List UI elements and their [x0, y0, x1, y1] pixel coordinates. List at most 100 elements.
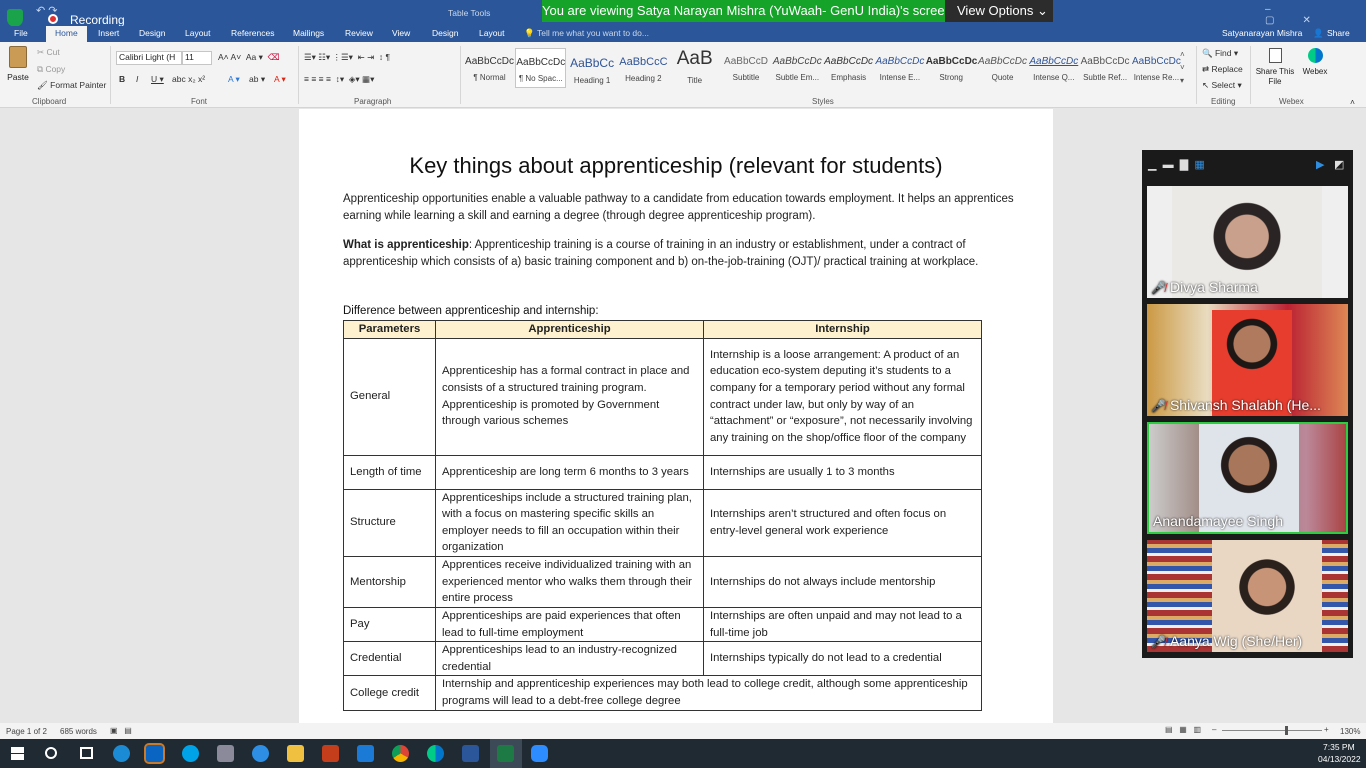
align-buttons[interactable]: ≡ ≡ ≡ ≡ ↕▾ ◈▾ ▦▾ [304, 74, 374, 85]
style-item[interactable]: AaBbCcDc Intense Re... [1131, 48, 1182, 88]
replace-button[interactable]: ⇄ Replace [1202, 64, 1243, 75]
style-item[interactable]: AaBbCcDc Intense E... [874, 48, 925, 88]
paste-button[interactable]: Paste [6, 46, 30, 92]
bold-button[interactable]: B [119, 74, 125, 84]
zoom-slider[interactable] [1222, 730, 1322, 731]
strikethrough-button[interactable]: abc x₂ x² [172, 74, 205, 84]
style-item[interactable]: AaBbCcDc Quote [977, 48, 1028, 88]
style-item[interactable]: AaBbCcDc Subtle Em... [772, 48, 823, 88]
skype-icon[interactable] [182, 745, 199, 762]
participant-tile-active[interactable]: Anandamayee Singh [1147, 422, 1348, 534]
style-name: Intense E... [879, 73, 921, 82]
styles-scroll-icon[interactable]: ˄ ˅ ▾ [1180, 48, 1185, 87]
table-row: Pay Apprenticeships are paid experiences… [343, 606, 982, 643]
table-cell: Internships are usually 1 to 3 months [703, 454, 982, 490]
zoom-slider-thumb[interactable] [1285, 726, 1288, 735]
cut-button[interactable]: ✂ Cut [37, 47, 60, 58]
clock-date[interactable]: 04/13/2022 [1318, 754, 1361, 764]
participant-tile[interactable]: 🎤̸ Divya Sharma [1147, 186, 1348, 298]
proofing-icon[interactable]: ▣ ▤ [110, 726, 132, 735]
file-explorer-icon[interactable] [287, 745, 304, 762]
chrome-icon[interactable] [392, 745, 409, 762]
highlight-button[interactable]: ab ▾ [249, 74, 265, 85]
tab-design[interactable]: Design [139, 28, 165, 38]
style-item[interactable]: AaBbCcDc Intense Q... [1028, 48, 1079, 88]
webex-taskbar-icon[interactable] [427, 745, 444, 762]
style-item[interactable]: AaBbCcDc Subtle Ref... [1080, 48, 1131, 88]
clock-time[interactable]: 7:35 PM [1323, 742, 1355, 752]
style-item[interactable]: AaBbCcD Subtitle [721, 48, 772, 88]
style-item[interactable]: AaBbCcDc Emphasis [823, 48, 874, 88]
font-size-select[interactable]: 11 [182, 51, 212, 65]
style-item[interactable]: AaBbCcDc ¶ Normal [464, 48, 515, 88]
grid-view-icon[interactable]: ▦ [1194, 159, 1204, 171]
document-page[interactable]: Key things about apprenticeship (relevan… [299, 109, 1053, 723]
copy-button[interactable]: ⧉ Copy [37, 64, 65, 75]
internet-explorer-icon[interactable] [252, 745, 269, 762]
search-icon[interactable] [45, 747, 57, 759]
tab-table-layout[interactable]: Layout [479, 28, 505, 38]
tab-layout[interactable]: Layout [185, 28, 211, 38]
select-button[interactable]: ↖ Select ▾ [1202, 80, 1242, 91]
style-item[interactable]: AaBbCcC Heading 2 [618, 48, 669, 88]
italic-button[interactable]: I [136, 74, 138, 84]
window-controls[interactable]: –▢✕ [1265, 4, 1366, 26]
excel-icon[interactable] [497, 745, 514, 762]
webex-button[interactable]: Webex [1298, 48, 1332, 76]
zoom-icon[interactable] [531, 745, 548, 762]
outlook-icon[interactable] [144, 743, 165, 764]
tab-view[interactable]: View [392, 28, 410, 38]
tell-me-input[interactable]: Tell me what you want to do... [537, 28, 649, 38]
tab-file[interactable]: File [14, 28, 28, 38]
share-file-button[interactable]: Share This File [1255, 48, 1295, 87]
participant-name: Anandamayee Singh [1153, 513, 1283, 529]
style-item[interactable]: AaBbCc Heading 1 [567, 48, 618, 88]
task-view-icon[interactable] [80, 747, 93, 759]
style-item[interactable]: AaBbCcDc ¶ No Spac... [515, 48, 567, 88]
select-label: Select [1211, 80, 1236, 90]
text-effects-button[interactable]: A ▾ [228, 74, 240, 85]
view-mode-buttons[interactable]: ▤ ▦ ▥ [1165, 725, 1201, 734]
word-count[interactable]: 685 words [60, 727, 97, 736]
tab-home[interactable]: Home [46, 26, 87, 42]
style-item[interactable]: AaB Title [669, 48, 720, 88]
table-cell: Internship and apprenticeship experience… [435, 675, 982, 711]
font-size-controls[interactable]: A˄ A˅ Aa ▾ ⌫ [218, 52, 280, 63]
list-buttons[interactable]: ☰▾ ☷▾ ⋮☰▾ ⇤ ⇥ ↕ ¶ [304, 52, 390, 63]
tab-review[interactable]: Review [345, 28, 373, 38]
font-name-select[interactable]: Calibri Light (H [116, 51, 182, 65]
play-icon[interactable]: ▶ [1316, 158, 1324, 171]
powerpoint-icon[interactable] [322, 745, 339, 762]
find-button[interactable]: 🔍 Find ▾ [1202, 48, 1238, 59]
zoom-out-icon[interactable]: – [1212, 725, 1216, 734]
share-button[interactable]: Share [1327, 28, 1350, 38]
participant-tile[interactable]: 🎤̸ Shivansh Shalabh (He... [1147, 304, 1348, 416]
word-icon[interactable] [462, 745, 479, 762]
publisher-icon[interactable] [357, 745, 374, 762]
paint-icon[interactable] [217, 745, 234, 762]
minimize-icon[interactable]: ▁ [1148, 159, 1156, 171]
tab-references[interactable]: References [231, 28, 274, 38]
font-color-button[interactable]: A ▾ [274, 74, 286, 85]
account-name[interactable]: Satyanarayan Mishra [1222, 28, 1302, 38]
view-options-button[interactable]: View Options ⌄ [945, 0, 1053, 22]
strip-view-icon[interactable]: ▬ [1163, 159, 1174, 171]
page-count[interactable]: Page 1 of 2 [6, 727, 47, 736]
tab-table-design[interactable]: Design [432, 28, 458, 38]
table-cell: Internships do not always include mentor… [703, 555, 982, 608]
collapse-ribbon-icon[interactable]: ˄ [1350, 97, 1355, 107]
windows-start-icon[interactable] [11, 747, 24, 760]
zoom-level[interactable]: 130% [1340, 727, 1360, 736]
tab-mailings[interactable]: Mailings [293, 28, 324, 38]
tab-insert[interactable]: Insert [98, 28, 119, 38]
cursor-icon: ↖ [1202, 80, 1210, 90]
popout-icon[interactable]: ◩ [1334, 158, 1344, 171]
underline-button[interactable]: U ▾ [151, 74, 164, 85]
edge-icon[interactable] [113, 745, 130, 762]
style-item[interactable]: AaBbCcDc Strong [926, 48, 977, 88]
zoom-in-icon[interactable]: + [1324, 725, 1329, 734]
table-cell: Apprenticeship are long term 6 months to… [435, 454, 704, 490]
stack-view-icon[interactable]: ▇ [1180, 159, 1188, 171]
format-painter-button[interactable]: 🖌 Format Painter [37, 80, 106, 91]
participant-tile[interactable]: 🎤̸ Aanya Wig (She/Her) [1147, 540, 1348, 652]
